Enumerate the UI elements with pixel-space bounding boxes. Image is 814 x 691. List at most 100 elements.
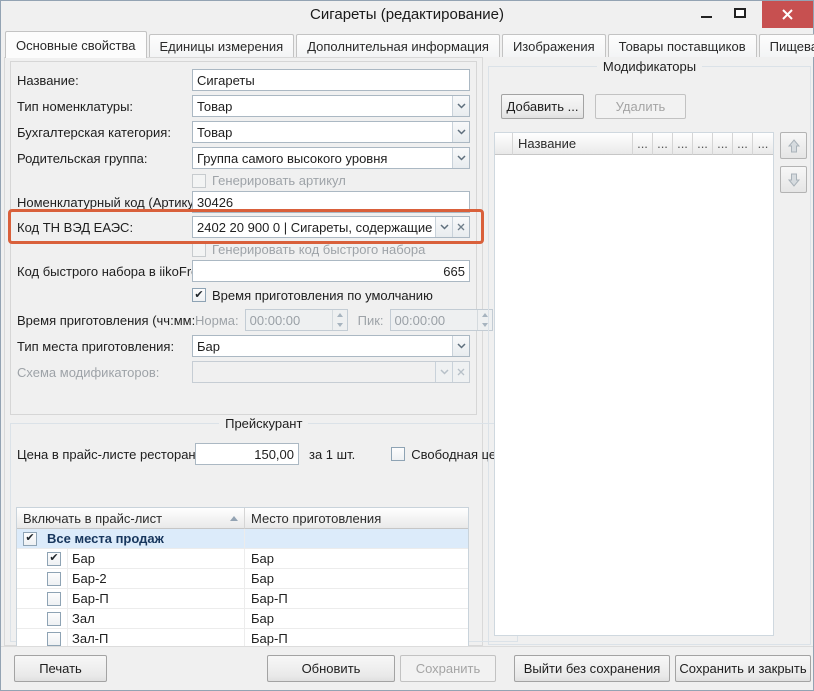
row-name: Все места продаж bbox=[43, 529, 244, 548]
row-name: Бар-2 bbox=[67, 569, 244, 588]
save-button[interactable]: Сохранить bbox=[400, 655, 496, 682]
minimize-button[interactable] bbox=[691, 1, 721, 25]
tab-units[interactable]: Единицы измерения bbox=[149, 34, 295, 57]
row-checkbox[interactable] bbox=[47, 572, 61, 586]
quick-code-input[interactable] bbox=[192, 260, 470, 282]
table-row-bar-2[interactable]: Бар-2 Бар bbox=[17, 569, 468, 589]
row-place: Бар-П bbox=[245, 589, 468, 608]
chevron-down-icon[interactable] bbox=[452, 96, 469, 116]
spinner-up-icon[interactable] bbox=[333, 310, 347, 320]
modifier-scheme-label: Схема модификаторов: bbox=[17, 365, 192, 380]
save-and-close-button[interactable]: Сохранить и закрыть bbox=[675, 655, 811, 682]
modifiers-table-header: Название ... ... ... ... ... ... ... bbox=[495, 133, 773, 155]
sku-label: Номенклатурный код (Артикул): bbox=[17, 195, 192, 210]
modifiers-table: Название ... ... ... ... ... ... ... bbox=[494, 132, 774, 636]
modifier-extra-column[interactable]: ... bbox=[653, 133, 673, 155]
accounting-category-select[interactable]: Товар bbox=[192, 121, 470, 143]
modifier-scheme-value bbox=[193, 362, 435, 382]
chevron-down-icon[interactable] bbox=[435, 217, 452, 237]
row-name: Бар bbox=[67, 549, 244, 568]
generate-sku-checkbox[interactable] bbox=[192, 174, 206, 188]
modifier-scheme-select[interactable] bbox=[192, 361, 470, 383]
close-button[interactable] bbox=[762, 1, 813, 28]
sku-row: Номенклатурный код (Артикул): bbox=[17, 190, 470, 214]
free-price-checkbox[interactable] bbox=[391, 447, 405, 461]
quick-code-row: Код быстрого набора в iikoFront: bbox=[17, 259, 470, 283]
modifier-extra-column[interactable]: ... bbox=[713, 133, 733, 155]
generate-quick-code-row: Генерировать код быстрого набора bbox=[17, 240, 470, 259]
cooking-place-type-value: Бар bbox=[193, 336, 452, 356]
modifier-extra-column[interactable]: ... bbox=[693, 133, 713, 155]
tab-nutrition[interactable]: Пищевая ценность bbox=[759, 34, 814, 57]
tab-images[interactable]: Изображения bbox=[502, 34, 606, 57]
column-header-place[interactable]: Место приготовления bbox=[245, 508, 468, 529]
price-list-table: Включать в прайс-лист Место приготовлени… bbox=[16, 507, 469, 650]
nomenclature-type-select[interactable]: Товар bbox=[192, 95, 470, 117]
row-place: Бар bbox=[245, 549, 468, 568]
modifier-name-column[interactable]: Название bbox=[513, 133, 633, 155]
generate-quick-code-checkbox[interactable] bbox=[192, 243, 206, 257]
table-row-all-places[interactable]: Все места продаж bbox=[17, 529, 468, 549]
accounting-category-label: Бухгалтерская категория: bbox=[17, 125, 192, 140]
price-list-group-title: Прейскурант bbox=[219, 416, 308, 431]
chevron-down-icon[interactable] bbox=[452, 336, 469, 356]
exit-without-saving-button[interactable]: Выйти без сохранения bbox=[514, 655, 670, 682]
print-button[interactable]: Печать bbox=[14, 655, 107, 682]
move-down-button[interactable] bbox=[780, 166, 807, 193]
generate-sku-row: Генерировать артикул bbox=[17, 171, 470, 190]
nomenclature-type-row: Тип номенклатуры: Товар bbox=[17, 93, 470, 119]
cooking-time-row: Время приготовления (чч:мм:сс): Норма: 0… bbox=[17, 307, 470, 333]
tab-general[interactable]: Основные свойства bbox=[5, 31, 147, 58]
norm-time-spinner[interactable]: 00:00:00 bbox=[245, 309, 348, 331]
tab-additional-info[interactable]: Дополнительная информация bbox=[296, 34, 500, 57]
modifier-extra-column[interactable]: ... bbox=[753, 133, 773, 155]
arrow-down-icon bbox=[786, 172, 802, 188]
tab-strip: Основные свойства Единицы измерения Допо… bbox=[1, 29, 813, 57]
price-input[interactable] bbox=[195, 443, 299, 465]
column-header-include-label: Включать в прайс-лист bbox=[23, 511, 162, 526]
maximize-button[interactable] bbox=[725, 1, 755, 25]
spinner-down-icon[interactable] bbox=[333, 320, 347, 330]
table-row-zal[interactable]: Зал Бар bbox=[17, 609, 468, 629]
default-cooking-time-checkbox[interactable] bbox=[192, 288, 206, 302]
unit-label: за 1 шт. bbox=[309, 447, 355, 462]
sort-ascending-icon bbox=[230, 516, 238, 521]
row-checkbox[interactable] bbox=[47, 612, 61, 626]
row-checkbox[interactable] bbox=[23, 532, 37, 546]
add-modifier-button[interactable]: Добавить ... bbox=[501, 94, 584, 119]
cooking-time-label: Время приготовления (чч:мм:сс): bbox=[17, 313, 195, 328]
name-input[interactable] bbox=[192, 69, 470, 91]
peak-time-spinner[interactable]: 00:00:00 bbox=[390, 309, 493, 331]
edit-product-window: Сигареты (редактирование) Основные свойс… bbox=[0, 0, 814, 691]
chevron-down-icon[interactable] bbox=[452, 148, 469, 168]
modifier-extra-column[interactable]: ... bbox=[673, 133, 693, 155]
move-up-button[interactable] bbox=[780, 132, 807, 159]
chevron-down-icon[interactable] bbox=[452, 122, 469, 142]
tnved-label: Код ТН ВЭД ЕАЭС: bbox=[17, 220, 192, 235]
clear-icon bbox=[452, 362, 469, 382]
tab-supplier-products[interactable]: Товары поставщиков bbox=[608, 34, 757, 57]
row-checkbox[interactable] bbox=[47, 552, 61, 566]
title-bar: Сигареты (редактирование) bbox=[1, 1, 813, 29]
parent-group-select[interactable]: Группа самого высокого уровня bbox=[192, 147, 470, 169]
main-fields-box: Название: Тип номенклатуры: Товар Бухгал… bbox=[10, 61, 477, 415]
row-name: Бар-П bbox=[67, 589, 244, 608]
cooking-place-type-select[interactable]: Бар bbox=[192, 335, 470, 357]
row-checkbox[interactable] bbox=[47, 632, 61, 646]
modifier-extra-column[interactable]: ... bbox=[633, 133, 653, 155]
norm-time-value: 00:00:00 bbox=[246, 310, 332, 330]
column-header-include[interactable]: Включать в прайс-лист bbox=[17, 508, 245, 529]
refresh-button[interactable]: Обновить bbox=[267, 655, 395, 682]
delete-modifier-button[interactable]: Удалить bbox=[595, 94, 686, 119]
column-header-place-label: Место приготовления bbox=[251, 511, 381, 526]
sku-input[interactable] bbox=[192, 191, 470, 213]
spinner-buttons[interactable] bbox=[332, 310, 347, 330]
clear-icon[interactable] bbox=[452, 217, 469, 237]
row-name: Зал bbox=[67, 609, 244, 628]
tnved-select[interactable]: 2402 20 900 0 | Сигареты, содержащие таб… bbox=[192, 216, 470, 238]
modifier-extra-column[interactable]: ... bbox=[733, 133, 753, 155]
price-label: Цена в прайс-листе ресторана: bbox=[17, 447, 195, 462]
row-checkbox[interactable] bbox=[47, 592, 61, 606]
table-row-bar[interactable]: Бар Бар bbox=[17, 549, 468, 569]
table-row-bar-p[interactable]: Бар-П Бар-П bbox=[17, 589, 468, 609]
